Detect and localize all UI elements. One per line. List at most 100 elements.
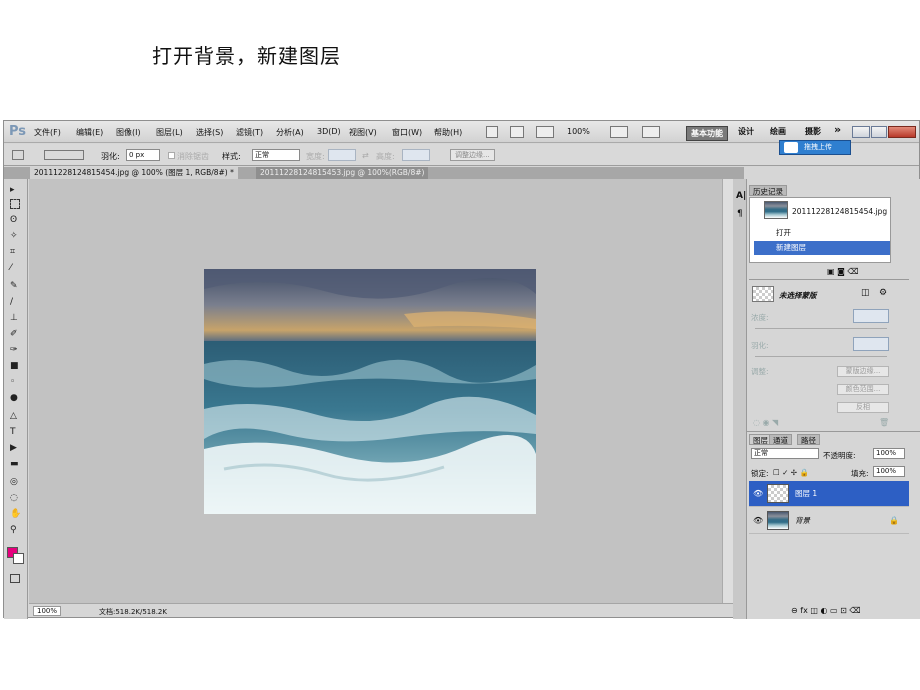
tab-channels[interactable]: 通道 — [769, 434, 792, 445]
zoom-dropdown[interactable]: 100% — [567, 127, 590, 136]
layer-panel-icons[interactable]: ⊖ fx ◫ ◐ ▭ ⊡ ⌫ — [791, 606, 861, 615]
invert-button[interactable]: 反相 — [837, 402, 889, 413]
arrange-documents-icon[interactable] — [610, 126, 628, 138]
menu-select[interactable]: 选择(S) — [196, 127, 223, 138]
slide-caption: 打开背景，新建图层 — [152, 44, 341, 68]
menu-edit[interactable]: 编辑(E) — [76, 127, 103, 138]
menu-filter[interactable]: 滤镜(T) — [236, 127, 263, 138]
visibility-eye-icon[interactable]: 👁 — [753, 508, 763, 534]
close-button[interactable] — [888, 126, 916, 138]
workspace-essentials[interactable]: 基本功能 — [686, 126, 728, 141]
more-workspaces-icon[interactable]: » — [834, 123, 841, 136]
blur-tool-icon[interactable]: ◦ — [10, 377, 15, 387]
history-item-open[interactable]: 打开 — [754, 226, 890, 240]
history-item-new-layer[interactable]: 新建图层 — [754, 241, 890, 255]
vertical-scrollbar[interactable] — [722, 179, 733, 603]
height-input[interactable] — [402, 149, 430, 161]
document-info[interactable]: 文档:518.2K/518.2K — [99, 607, 167, 617]
canvas-area[interactable] — [29, 179, 722, 603]
menu-window[interactable]: 窗口(W) — [392, 127, 422, 138]
screen-mode-icon[interactable] — [642, 126, 660, 138]
width-input[interactable] — [328, 149, 356, 161]
bridge-icon[interactable] — [486, 126, 498, 138]
density-field[interactable] — [853, 309, 889, 323]
history-brush-icon[interactable]: ✐ — [10, 329, 18, 339]
color-range-button[interactable]: 颜色范围... — [837, 384, 889, 395]
pen-tool-icon[interactable]: △ — [10, 411, 17, 421]
lock-icons[interactable]: ☐ ✓ ✢ 🔒 — [773, 468, 809, 477]
lock-label: 锁定: — [751, 469, 769, 478]
minimize-button[interactable] — [852, 126, 870, 138]
quick-mask-icon[interactable] — [10, 574, 20, 583]
status-zoom[interactable]: 100% — [33, 606, 62, 616]
menu-image[interactable]: 图像(I) — [116, 127, 141, 138]
menu-help[interactable]: 帮助(H) — [434, 127, 462, 138]
layer-name: 背景 — [795, 516, 810, 525]
workspace-photography[interactable]: 摄影 — [805, 126, 821, 137]
fill-input[interactable]: 100% — [873, 466, 905, 477]
history-panel-title[interactable]: 历史记录 — [749, 185, 787, 196]
history-panel-icons[interactable]: ▣ ◙ ⌫ — [827, 267, 859, 276]
snapshot-thumbnail — [764, 201, 788, 219]
quick-selection-icon[interactable]: ✧ — [10, 231, 18, 241]
clone-stamp-icon[interactable]: ⊥ — [10, 313, 18, 323]
zoom-tool-icon[interactable]: ⚲ — [10, 525, 17, 535]
minibridge-icon[interactable] — [510, 126, 524, 138]
selection-mode-icons[interactable] — [44, 150, 84, 160]
3d-rotate-icon[interactable]: ◎ — [10, 477, 18, 487]
eraser-icon[interactable]: ✑ — [10, 345, 18, 355]
tab-document-1[interactable]: 20111228124815454.jpg @ 100% (图层 1, RGB/… — [30, 167, 238, 179]
delete-mask-icon[interactable]: 🗑 — [879, 418, 889, 427]
menu-3d[interactable]: 3D(D) — [317, 127, 341, 136]
view-extras-icon[interactable] — [536, 126, 554, 138]
swap-icon[interactable]: ⇄ — [362, 151, 369, 160]
workspace-painting[interactable]: 绘画 — [770, 126, 786, 137]
hand-tool-icon[interactable]: ✋ — [10, 509, 21, 519]
visibility-eye-icon[interactable]: 👁 — [753, 481, 763, 507]
style-select[interactable]: 正常 — [252, 149, 300, 161]
path-selection-icon[interactable]: ▶ — [10, 443, 17, 453]
gradient-tool-icon[interactable]: ■ — [10, 361, 19, 371]
add-vector-mask-icon[interactable]: ⚙ — [879, 288, 887, 298]
antialias-checkbox[interactable] — [168, 152, 175, 159]
feather-input[interactable]: 0 px — [126, 149, 160, 161]
refine-edge-button[interactable]: 调整边缘... — [450, 149, 495, 161]
character-panel-icon[interactable]: A| — [736, 191, 746, 201]
paragraph-panel-icon[interactable]: ¶ — [737, 209, 743, 219]
menu-view[interactable]: 视图(V) — [349, 127, 377, 138]
shape-tool-icon[interactable]: ▬ — [10, 459, 19, 469]
blend-mode-select[interactable]: 正常 — [751, 448, 819, 459]
width-label: 宽度: — [306, 152, 325, 161]
add-pixel-mask-icon[interactable]: ◫ — [861, 288, 870, 298]
density-slider[interactable] — [755, 328, 887, 329]
antialias-label: 消除锯齿 — [177, 152, 209, 161]
layer-row-layer1[interactable]: 👁 图层 1 — [749, 481, 909, 507]
history-snapshot[interactable]: 20111228124815454.jpg — [750, 200, 890, 222]
menu-analysis[interactable]: 分析(A) — [276, 127, 304, 138]
layer-row-background[interactable]: 👁 背景 🔒 — [749, 508, 909, 534]
tab-paths[interactable]: 路径 — [797, 434, 820, 445]
mask-panel-icons[interactable]: ◌ ◉ ◥ — [753, 418, 778, 427]
upload-button[interactable]: 拖拽上传 — [779, 140, 851, 155]
rectangular-marquee-icon[interactable] — [10, 199, 20, 209]
type-tool-icon[interactable]: T — [10, 427, 16, 437]
lasso-tool-icon[interactable]: ʘ — [10, 215, 17, 225]
move-tool-icon[interactable]: ▸ — [10, 185, 15, 195]
healing-brush-icon[interactable]: ✎ — [10, 281, 18, 291]
mask-edge-button[interactable]: 蒙版边缘... — [837, 366, 889, 377]
background-color-swatch[interactable] — [13, 553, 24, 564]
opacity-input[interactable]: 100% — [873, 448, 905, 459]
crop-tool-icon[interactable]: ⌗ — [10, 247, 15, 257]
3d-orbit-icon[interactable]: ◌ — [10, 493, 18, 503]
feather-mask-field[interactable] — [853, 337, 889, 351]
brush-tool-icon[interactable]: / — [10, 297, 13, 307]
tab-document-2[interactable]: 20111228124815453.jpg @ 100%(RGB/8#) — [256, 167, 429, 179]
marquee-tool-icon[interactable] — [12, 150, 24, 160]
restore-button[interactable] — [871, 126, 887, 138]
menu-layer[interactable]: 图层(L) — [156, 127, 183, 138]
eyedropper-icon[interactable]: ⁄ — [10, 263, 12, 273]
menu-file[interactable]: 文件(F) — [34, 127, 61, 138]
workspace-design[interactable]: 设计 — [738, 126, 754, 137]
dodge-tool-icon[interactable]: ● — [10, 393, 18, 403]
feather-slider[interactable] — [755, 356, 887, 357]
